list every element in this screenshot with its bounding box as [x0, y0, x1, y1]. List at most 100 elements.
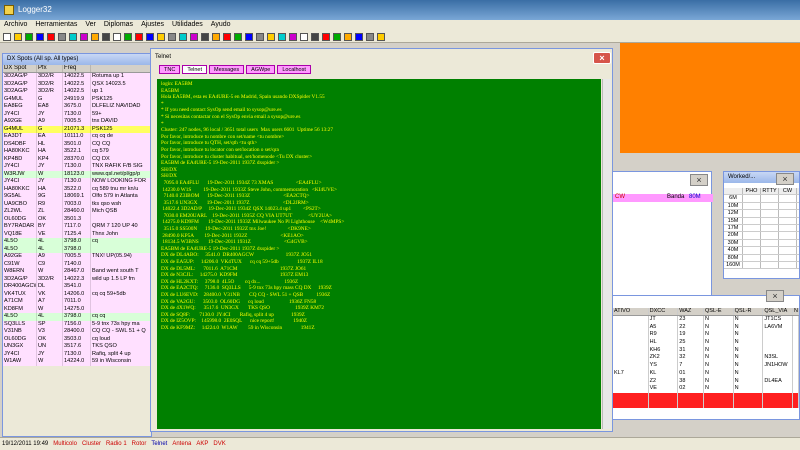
- toolbar-icon[interactable]: [102, 33, 110, 41]
- dx-spot-row[interactable]: G4MUL G 21071.3 PSK125: [3, 125, 151, 133]
- dx-spot-row[interactable]: DR400AGCW DL 3541.0: [3, 283, 151, 291]
- status-item[interactable]: Multicolo: [51, 441, 79, 447]
- toolbar-icon[interactable]: [278, 33, 286, 41]
- dx-spot-row[interactable]: A71CM A7 7011.0: [3, 298, 151, 306]
- grid-column-header[interactable]: WAZ: [678, 308, 704, 315]
- toolbar-icon[interactable]: [311, 33, 319, 41]
- telnet-scrollbar[interactable]: [602, 79, 611, 429]
- toolbar-icon[interactable]: [168, 33, 176, 41]
- dx-spot-row[interactable]: 3D2AG/P 3D2/R 14022.3 wild up 1.5 LP fm: [3, 275, 151, 283]
- toolbar-icon[interactable]: [25, 33, 33, 41]
- dx-spot-row[interactable]: UN3GX UN 3517.6 TKS QSO: [3, 343, 151, 351]
- toolbar-icon[interactable]: [124, 33, 132, 41]
- grid-column-header[interactable]: DXCC: [649, 308, 679, 315]
- dx-spot-row[interactable]: JY4CI JY 7130.0 Rafiq, split 4 up: [3, 350, 151, 358]
- toolbar-icon[interactable]: [256, 33, 264, 41]
- status-item[interactable]: Rotor: [130, 441, 149, 447]
- dx-spot-row[interactable]: JY4CI JY 7130.0 TNX RAFIK F/B SIG: [3, 163, 151, 171]
- grid-column-header[interactable]: ATIVO: [613, 308, 649, 315]
- menu-item-5[interactable]: Utilidades: [172, 21, 203, 28]
- toolbar-icon[interactable]: [289, 33, 297, 41]
- toolbar-icon[interactable]: [223, 33, 231, 41]
- dx-spot-row[interactable]: C91W C9 7140.0: [3, 260, 151, 268]
- toolbar-icon[interactable]: [234, 33, 242, 41]
- menu-item-6[interactable]: Ayudo: [211, 21, 231, 28]
- dx-spot-row[interactable]: SQ3LLS SP 7156.0 5-9 tnx 73s hpy ma: [3, 320, 151, 328]
- grid-row[interactable]: [613, 400, 799, 409]
- dx-spot-row[interactable]: KD8FM W 14275.0: [3, 305, 151, 313]
- grid-column-header[interactable]: QSL_VIA: [763, 308, 794, 315]
- dx-spot-row[interactable]: ZL2WL ZL 28460.0 Mich QSB: [3, 208, 151, 216]
- toolbar-icon[interactable]: [91, 33, 99, 41]
- grid-row[interactable]: KH6 31 N N: [613, 346, 799, 355]
- dx-spot-row[interactable]: UA9CBO R9 7003.0 tks qso wsh: [3, 200, 151, 208]
- menu-item-3[interactable]: Diplomas: [104, 21, 133, 28]
- grid-row[interactable]: A5 22 N N LA6VM: [613, 323, 799, 332]
- dx-spot-row[interactable]: A92GE A9 7005.5 tnx DAVID: [3, 118, 151, 126]
- toolbar-icon[interactable]: [80, 33, 88, 41]
- telnet-close-button[interactable]: ×: [593, 52, 611, 64]
- dx-spot-row[interactable]: 3D2AG/P 3D2/R 14022.5 up 1: [3, 88, 151, 96]
- grid-row[interactable]: Z2 38 N N DL4EA: [613, 377, 799, 386]
- dx-spot-row[interactable]: 3D2AG/P 3D2/R 14022.5 Rotuma up 1: [3, 73, 151, 81]
- toolbar-icon[interactable]: [14, 33, 22, 41]
- grid-row[interactable]: HL 25 N N: [613, 339, 799, 347]
- toolbar-icon[interactable]: [344, 33, 352, 41]
- status-item[interactable]: Antena: [170, 441, 193, 447]
- grid-row[interactable]: VE 02 N N: [613, 385, 799, 393]
- telnet-terminal[interactable]: login: EA5BM EA5BM Hola EA5BM, esta es EA4…: [157, 79, 601, 429]
- dx-spot-row[interactable]: BY7RADAR BY 7117.0 QRM 7 120 UP 40: [3, 223, 151, 231]
- dx-spot-row[interactable]: W3RJW W 18123.0 www.qsl.net/pl/gp/p: [3, 170, 151, 178]
- dx-spot-row[interactable]: EA8EG EA8 3675.0 DLFELIZ NAVIDAD: [3, 103, 151, 111]
- tab-telnet[interactable]: Telnet: [182, 65, 207, 74]
- grid-close-button[interactable]: ×: [766, 290, 784, 302]
- dx-column-header[interactable]: Pfx: [37, 65, 63, 72]
- toolbar-icon[interactable]: [333, 33, 341, 41]
- menu-item-4[interactable]: Ajustes: [141, 21, 164, 28]
- band-close-button[interactable]: ×: [690, 174, 708, 186]
- dx-spot-row[interactable]: KP4BD KP4 28370.0 CQ DX: [3, 155, 151, 163]
- dx-spot-row[interactable]: 9G5AL 9G 18069.1 Olfo 579 in Atlanta: [3, 193, 151, 201]
- dx-spot-row[interactable]: V31NB V3 28400.0 CQ CQ - SWL 51 + Q: [3, 328, 151, 336]
- dx-spot-row[interactable]: 4L5O 4L 3798.0 cq: [3, 238, 151, 246]
- toolbar-icon[interactable]: [355, 33, 363, 41]
- dx-spot-row[interactable]: VK4TUX VK 14206.0 cq cq 59+5db: [3, 290, 151, 298]
- dx-spot-row[interactable]: EA3DT EA 10111.0 cq cq de: [3, 133, 151, 141]
- toolbar-icon[interactable]: [113, 33, 121, 41]
- dx-column-header[interactable]: [91, 65, 151, 72]
- grid-row[interactable]: JT 23 N N JT1CS: [613, 316, 799, 324]
- toolbar-icon[interactable]: [267, 33, 275, 41]
- dx-column-header[interactable]: DX Spot: [3, 65, 37, 72]
- dx-spot-row[interactable]: W1AW W 14224.0 59 in Wisconsin: [3, 358, 151, 366]
- toolbar-icon[interactable]: [146, 33, 154, 41]
- toolbar-icon[interactable]: [201, 33, 209, 41]
- dx-spot-row[interactable]: W8ERN W 28467.0 Band went south T: [3, 268, 151, 276]
- toolbar-icon[interactable]: [377, 33, 385, 41]
- dx-spot-row[interactable]: JY4CI JY 7130.0 NOW LOOKING FOR: [3, 178, 151, 186]
- status-item[interactable]: Telnet: [149, 441, 169, 447]
- toolbar-icon[interactable]: [322, 33, 330, 41]
- menu-item-1[interactable]: Herramientas: [35, 21, 77, 28]
- dx-spot-row[interactable]: VQ18E VE 7125.4 Thnx John: [3, 230, 151, 238]
- grid-column-header[interactable]: N: [793, 308, 799, 315]
- dx-spot-row[interactable]: 3D2AG/P 3D2/R 14022.5 QSX 14023.5: [3, 80, 151, 88]
- toolbar-icon[interactable]: [245, 33, 253, 41]
- menu-item-2[interactable]: Ver: [85, 21, 96, 28]
- toolbar-icon[interactable]: [179, 33, 187, 41]
- dx-spot-row[interactable]: 4L5O 4L 3798.0 cq cq: [3, 313, 151, 321]
- toolbar-icon[interactable]: [135, 33, 143, 41]
- toolbar-icon[interactable]: [157, 33, 165, 41]
- dx-spot-row[interactable]: OL60DG OK 3503.0 cq loud: [3, 335, 151, 343]
- toolbar-icon[interactable]: [300, 33, 308, 41]
- grid-column-header[interactable]: QSL-R: [734, 308, 764, 315]
- dx-spot-row[interactable]: OL60DG OK 3501.3: [3, 215, 151, 223]
- tab-localhost[interactable]: Localhost: [277, 65, 311, 74]
- grid-row[interactable]: [613, 392, 799, 401]
- dx-column-header[interactable]: Freq: [63, 65, 91, 72]
- dx-spot-row[interactable]: G4MUL G 24919.9 PSK125: [3, 95, 151, 103]
- dx-spot-row[interactable]: HA80KKC HA 3522.0 cq 589 tnu mr kn/u: [3, 185, 151, 193]
- toolbar-icon[interactable]: [190, 33, 198, 41]
- dx-spot-row[interactable]: HA80KKC HA 3522.1 cq 579: [3, 148, 151, 156]
- toolbar-icon[interactable]: [69, 33, 77, 41]
- toolbar-icon[interactable]: [3, 33, 11, 41]
